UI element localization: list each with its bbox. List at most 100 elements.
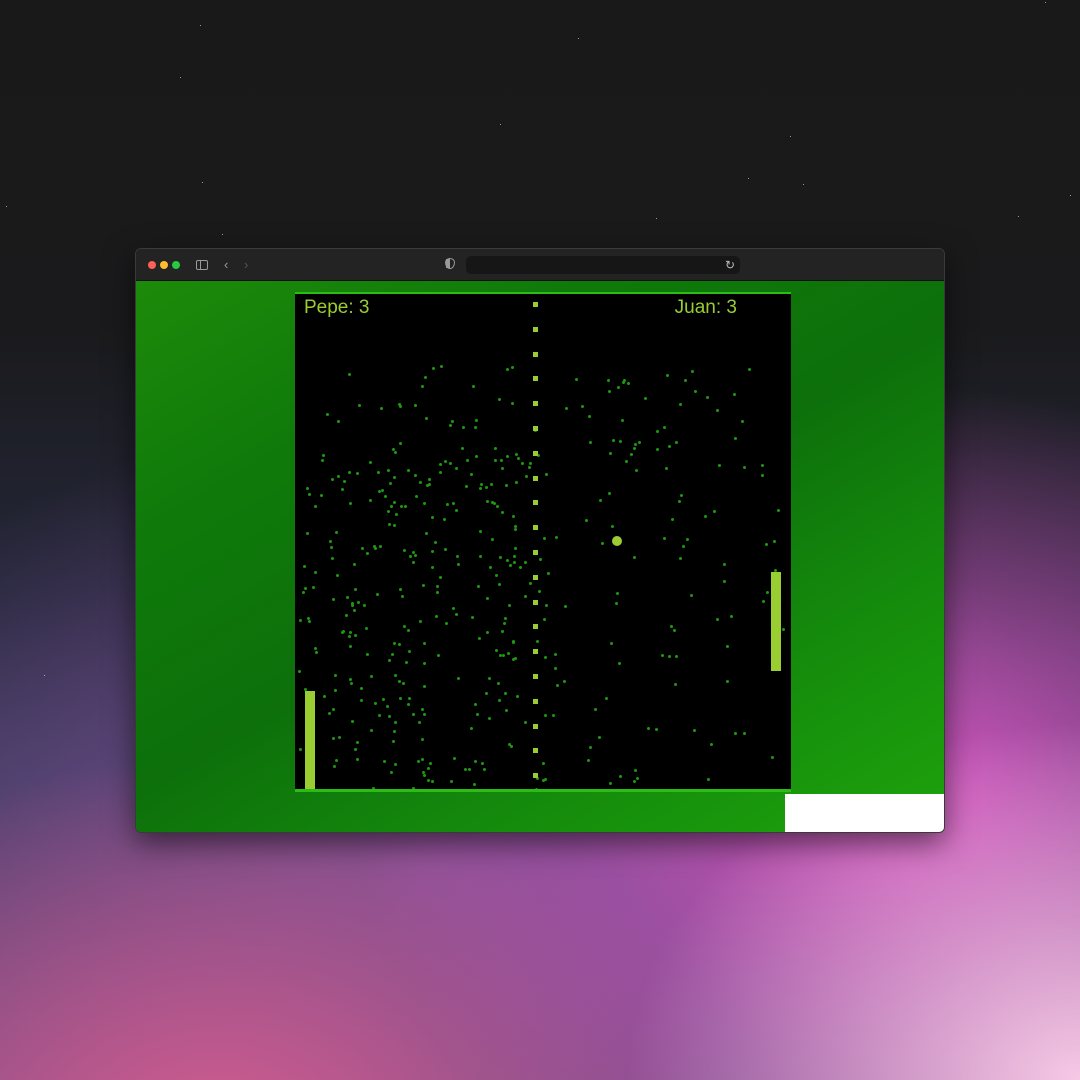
- particle: [397, 679, 401, 683]
- address-bar[interactable]: ↻: [466, 256, 740, 274]
- particle: [302, 564, 306, 568]
- particle: [476, 584, 480, 588]
- particle: [636, 776, 639, 780]
- particle: [423, 641, 427, 645]
- net-dash: [533, 550, 538, 555]
- particle: [330, 478, 334, 482]
- shield-icon[interactable]: [445, 258, 455, 269]
- particle: [376, 470, 380, 474]
- particle: [335, 530, 339, 534]
- particle: [420, 707, 424, 711]
- chevron-left-icon[interactable]: ‹: [224, 257, 228, 273]
- close-window-button[interactable]: [148, 261, 156, 269]
- net-dash: [533, 351, 538, 357]
- particle: [605, 696, 609, 700]
- particle: [513, 554, 516, 558]
- particle: [366, 653, 369, 657]
- particle: [732, 392, 736, 396]
- minimize-window-button[interactable]: [160, 261, 168, 269]
- particle: [615, 591, 619, 595]
- particle: [627, 381, 630, 385]
- particle: [408, 650, 412, 654]
- chevron-right-icon[interactable]: ›: [244, 257, 248, 273]
- particle: [348, 678, 352, 682]
- particle: [486, 630, 490, 634]
- particle: [398, 587, 402, 591]
- particle: [686, 537, 690, 541]
- sidebar-toggle-icon[interactable]: [196, 260, 208, 270]
- net-dash: [533, 500, 538, 506]
- pong-court[interactable]: Pepe: 3 Juan: 3: [295, 292, 791, 792]
- particle: [386, 468, 390, 472]
- particle: [546, 571, 550, 575]
- particle: [332, 764, 336, 768]
- particle: [332, 737, 336, 740]
- particle: [341, 630, 345, 634]
- particle: [393, 729, 396, 733]
- particle: [742, 466, 746, 470]
- particle: [465, 484, 468, 488]
- particle: [660, 653, 664, 657]
- particle: [484, 486, 488, 490]
- particle: [709, 742, 713, 746]
- particle: [633, 447, 637, 451]
- page-viewport: Pepe: 3 Juan: 3: [136, 281, 944, 832]
- particle: [535, 788, 539, 789]
- particle: [430, 515, 434, 519]
- particle: [718, 464, 722, 468]
- particle: [409, 555, 413, 559]
- net-dash: [533, 574, 538, 580]
- net-dash: [533, 426, 538, 431]
- particle: [734, 732, 738, 736]
- particle: [348, 501, 352, 505]
- particle: [383, 494, 387, 498]
- particle: [474, 418, 478, 422]
- particle: [402, 548, 406, 552]
- particle: [387, 715, 391, 718]
- particle: [511, 366, 515, 370]
- particle: [308, 620, 312, 624]
- particle: [336, 574, 340, 578]
- particle: [498, 698, 502, 702]
- particle: [414, 403, 418, 407]
- particle: [489, 565, 493, 569]
- particle: [609, 641, 613, 645]
- center-net: [533, 302, 538, 787]
- particle: [427, 767, 431, 771]
- particle: [473, 759, 477, 763]
- particle: [706, 778, 710, 782]
- particle: [362, 603, 366, 607]
- particle: [608, 451, 612, 455]
- particle: [343, 479, 347, 483]
- particle: [610, 525, 614, 529]
- particle: [420, 758, 424, 762]
- particle: [313, 504, 317, 508]
- reload-icon[interactable]: ↻: [725, 257, 735, 273]
- particle: [350, 682, 354, 686]
- net-dash: [533, 302, 538, 307]
- net-dash: [533, 674, 538, 679]
- particle: [455, 508, 458, 512]
- particle: [630, 452, 633, 456]
- particle: [349, 631, 353, 634]
- particle: [321, 453, 325, 457]
- particle: [430, 550, 434, 554]
- particle: [376, 593, 380, 596]
- particle: [588, 746, 592, 750]
- particle: [771, 755, 775, 759]
- particle: [393, 475, 396, 479]
- particle: [512, 560, 516, 564]
- particle: [475, 454, 479, 458]
- particle: [654, 727, 658, 731]
- particle: [723, 580, 726, 584]
- zoom-window-button[interactable]: [172, 261, 180, 269]
- ball: [612, 536, 622, 546]
- particle: [762, 599, 766, 603]
- particle: [494, 573, 498, 577]
- particle: [608, 390, 612, 394]
- particle: [455, 555, 459, 559]
- particle: [401, 594, 405, 598]
- particle: [726, 679, 730, 683]
- particle: [712, 510, 716, 514]
- particle: [344, 613, 348, 617]
